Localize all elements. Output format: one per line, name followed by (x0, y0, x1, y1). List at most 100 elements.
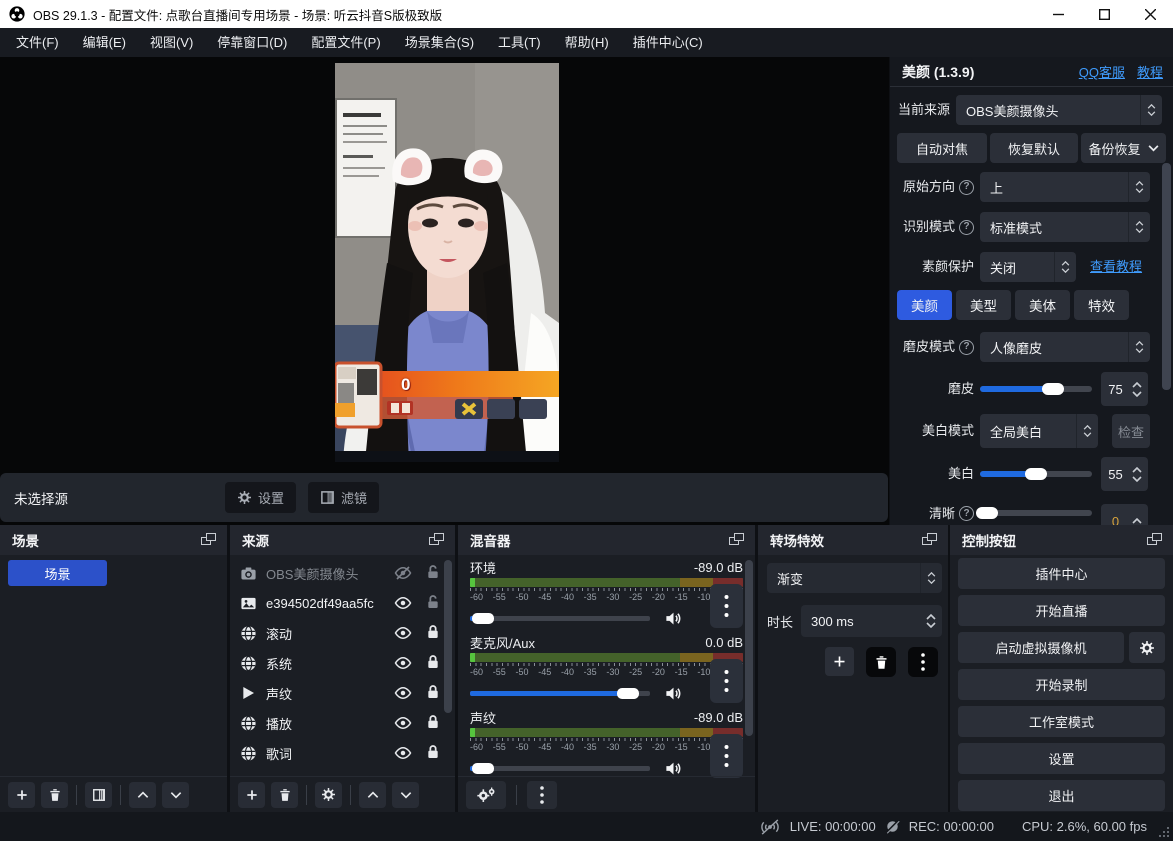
smooth-value-spinbox[interactable]: 75 (1101, 372, 1148, 406)
close-button[interactable] (1127, 0, 1173, 28)
channel-options-button[interactable] (710, 734, 743, 778)
lock-icon[interactable] (425, 744, 441, 760)
tab-body[interactable]: 美体 (1015, 290, 1070, 320)
unlock-icon[interactable] (425, 594, 441, 610)
volume-handle[interactable] (472, 763, 494, 774)
remove-transition-button[interactable] (866, 647, 896, 677)
spinner-chevrons-icon[interactable] (1076, 414, 1098, 448)
qq-support-link[interactable]: QQ客服 (1079, 62, 1125, 81)
volume-slider[interactable] (470, 616, 650, 621)
lock-icon[interactable] (425, 624, 441, 640)
eye-slash-icon[interactable] (394, 564, 412, 582)
popout-icon[interactable] (729, 533, 745, 547)
popout-icon[interactable] (922, 533, 938, 547)
bare-face-select[interactable]: 关闭 (980, 252, 1076, 282)
help-icon[interactable]: ? (959, 340, 974, 355)
spinbox-chevrons-icon[interactable] (1130, 518, 1148, 524)
menu-docks[interactable]: 停靠窗口(D) (205, 28, 299, 57)
move-source-down-button[interactable] (392, 782, 419, 808)
plugin-center-button[interactable]: 插件中心 (958, 558, 1165, 589)
view-tutorial-link[interactable]: 查看教程 (1090, 252, 1142, 282)
volume-slider[interactable] (470, 691, 650, 696)
speaker-icon[interactable] (664, 684, 683, 703)
spinner-chevrons-icon[interactable] (920, 563, 942, 593)
volume-handle[interactable] (472, 613, 494, 624)
add-scene-button[interactable] (8, 782, 35, 808)
backup-restore-button[interactable]: 备份恢复 (1081, 133, 1166, 163)
advanced-audio-button[interactable] (466, 781, 506, 809)
preview-canvas[interactable]: 0 未选择源 (0, 57, 889, 525)
remove-scene-button[interactable] (41, 782, 68, 808)
spinbox-chevrons-icon[interactable] (920, 605, 942, 637)
recognition-select[interactable]: 标准模式 (980, 212, 1150, 242)
resize-grip[interactable] (1159, 827, 1169, 837)
start-recording-button[interactable]: 开始录制 (958, 669, 1165, 700)
exit-button[interactable]: 退出 (958, 780, 1165, 811)
transition-options-button[interactable] (908, 647, 938, 677)
remove-source-button[interactable] (271, 782, 298, 808)
orientation-select[interactable]: 上 (980, 172, 1150, 202)
source-filters-button[interactable]: 滤镜 (308, 482, 379, 513)
unlock-icon[interactable] (425, 564, 441, 580)
beauty-panel-scrollbar[interactable] (1162, 163, 1171, 390)
popout-icon[interactable] (429, 533, 445, 547)
spinner-chevrons-icon[interactable] (1128, 332, 1150, 362)
minimize-button[interactable] (1035, 0, 1081, 28)
tutorial-link[interactable]: 教程 (1137, 62, 1163, 81)
start-streaming-button[interactable]: 开始直播 (958, 595, 1165, 626)
eye-icon[interactable] (394, 684, 412, 702)
studio-mode-button[interactable]: 工作室模式 (958, 706, 1165, 737)
menu-scene-collection[interactable]: 场景集合(S) (393, 28, 486, 57)
menu-plugin-center[interactable]: 插件中心(C) (621, 28, 715, 57)
spinbox-chevrons-icon[interactable] (1130, 382, 1148, 397)
eye-icon[interactable] (394, 654, 412, 672)
help-icon[interactable]: ? (959, 180, 974, 195)
scene-filters-button[interactable] (85, 782, 112, 808)
source-row[interactable]: 系统 (230, 648, 455, 678)
add-transition-button[interactable] (825, 647, 854, 676)
mixer-options-button[interactable] (527, 781, 557, 809)
virtual-camera-settings-button[interactable] (1129, 632, 1165, 663)
menu-file[interactable]: 文件(F) (4, 28, 71, 57)
tab-reshape[interactable]: 美型 (956, 290, 1011, 320)
menu-help[interactable]: 帮助(H) (553, 28, 621, 57)
channel-options-button[interactable] (710, 584, 743, 628)
source-row[interactable]: 声纹 (230, 678, 455, 708)
spinbox-chevrons-icon[interactable] (1130, 467, 1148, 482)
move-source-up-button[interactable] (359, 782, 386, 808)
spinner-chevrons-icon[interactable] (1054, 252, 1076, 282)
eye-icon[interactable] (394, 714, 412, 732)
whiten-mode-select[interactable]: 全局美白 (980, 414, 1098, 448)
spinner-chevrons-icon[interactable] (1140, 95, 1162, 125)
source-row[interactable]: 播放 (230, 708, 455, 738)
maximize-button[interactable] (1081, 0, 1127, 28)
clarity-value-spinbox[interactable]: 0 (1101, 504, 1148, 525)
volume-handle[interactable] (617, 688, 639, 699)
menu-edit[interactable]: 编辑(E) (71, 28, 138, 57)
restore-default-button[interactable]: 恢复默认 (990, 133, 1078, 163)
tab-effects[interactable]: 特效 (1074, 290, 1129, 320)
popout-icon[interactable] (201, 533, 217, 547)
settings-button[interactable]: 设置 (958, 743, 1165, 774)
menu-tools[interactable]: 工具(T) (486, 28, 553, 57)
speaker-icon[interactable] (664, 759, 683, 778)
help-icon[interactable]: ? (959, 220, 974, 235)
current-source-select[interactable]: OBS美颜摄像头 (956, 95, 1162, 125)
whiten-slider[interactable] (980, 471, 1092, 477)
add-source-button[interactable] (238, 782, 265, 808)
move-scene-down-button[interactable] (162, 782, 189, 808)
menu-view[interactable]: 视图(V) (138, 28, 205, 57)
slider-handle[interactable] (976, 507, 998, 519)
source-properties-button[interactable]: 设置 (225, 482, 296, 513)
smooth-slider[interactable] (980, 386, 1092, 392)
source-row[interactable]: e394502df49aa5fc (230, 588, 455, 618)
smooth-mode-select[interactable]: 人像磨皮 (980, 332, 1150, 362)
source-properties-toolbar-button[interactable] (315, 782, 342, 808)
clarity-slider[interactable] (980, 510, 1092, 516)
webcam-preview[interactable]: 0 (335, 63, 559, 462)
lock-icon[interactable] (425, 654, 441, 670)
channel-options-button[interactable] (710, 659, 743, 703)
lock-icon[interactable] (425, 714, 441, 730)
spinner-chevrons-icon[interactable] (1128, 172, 1150, 202)
start-virtual-camera-button[interactable]: 启动虚拟摄像机 (958, 632, 1124, 663)
